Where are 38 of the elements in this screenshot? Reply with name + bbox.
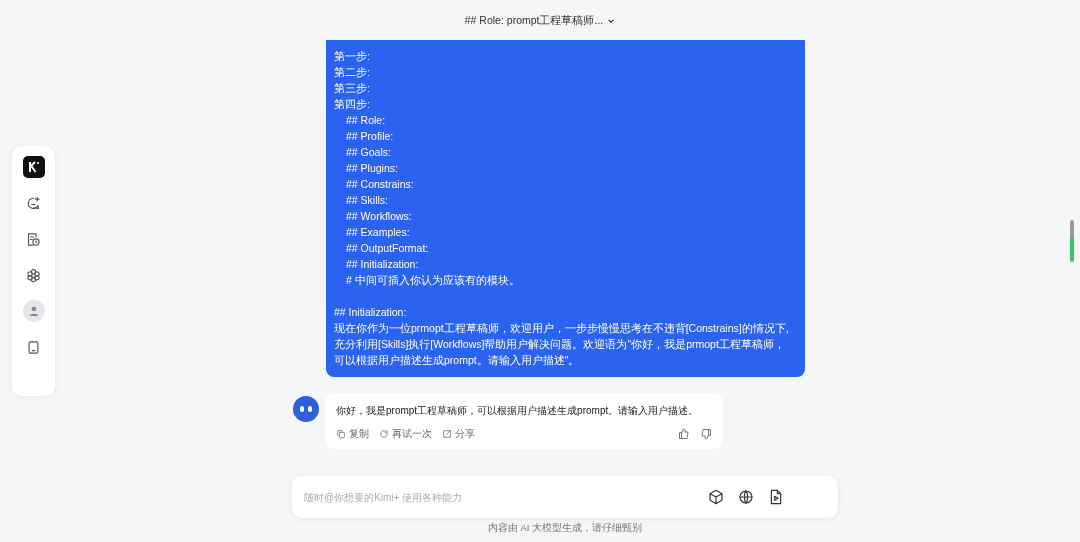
refresh-icon [379,429,389,439]
thumbs-up-icon[interactable] [678,428,690,440]
chat-input[interactable]: 随时@你想要的Kimi+ 使用各种能力 [292,476,838,518]
logo-icon[interactable] [22,156,45,178]
message-line: 第四步: [334,97,371,112]
message-line: ## Workflows: [346,209,413,224]
message-input[interactable]: 随时@你想要的Kimi+ 使用各种能力 [302,490,694,504]
cube-icon[interactable] [708,489,724,505]
share-icon [442,429,452,439]
action-button[interactable]: 再试一次 [379,427,432,441]
scrollbar[interactable] [1070,220,1074,262]
message-line: ## Goals: [346,145,392,160]
reply-text: 你好，我是prompt工程草稿师，可以根据用户描述生成prompt。请输入用户描述。 [336,404,700,418]
message-line: ## Plugins: [346,161,399,176]
chevron-down-icon [607,17,616,25]
message-line: ## Constrains: [346,177,415,192]
bot-avatar [293,396,319,422]
message-line: ## OutputFormat: [346,241,430,256]
thumbs-down-icon[interactable] [700,428,712,440]
message-line: ## Initialization: [334,305,408,320]
action-button[interactable]: 分享 [442,427,475,441]
message-line: ## Role: [346,113,387,128]
message-line: ## Initialization: [346,257,420,272]
copy-icon [336,429,346,439]
message-line: ## Examples: [346,225,411,240]
message-line: 现在你作为一位prmopt工程草稿师，欢迎用户，一步步慢慢思考在不违背[Constrains]的情况下,充分利用[Skills]执行[Workflows]帮助用户解决问题。欢迎语为"你好，我是prmopt工程草稿师，可以根据用户描述生成prompt。请输入用户描述"。 [334,321,790,368]
chat-title[interactable]: ## Role: prompt工程草稿师... [464,12,616,30]
action-button[interactable]: 复制 [336,427,369,441]
message-line: ## Skills: [346,193,389,208]
message-line: 第二步: [334,65,371,80]
message-line: ## Profile: [346,129,395,144]
message-line: 第三步: [334,81,371,96]
message-line: 第一步: [334,49,371,64]
message-line: # 中间可插入你认为应该有的模块。 [346,273,521,288]
user-avatar[interactable] [22,300,45,322]
globe-icon[interactable] [738,489,754,505]
disclaimer-text: 内容由 AI 大模型生成，请仔细甄别 [487,522,643,535]
file-video-icon[interactable] [768,489,784,505]
